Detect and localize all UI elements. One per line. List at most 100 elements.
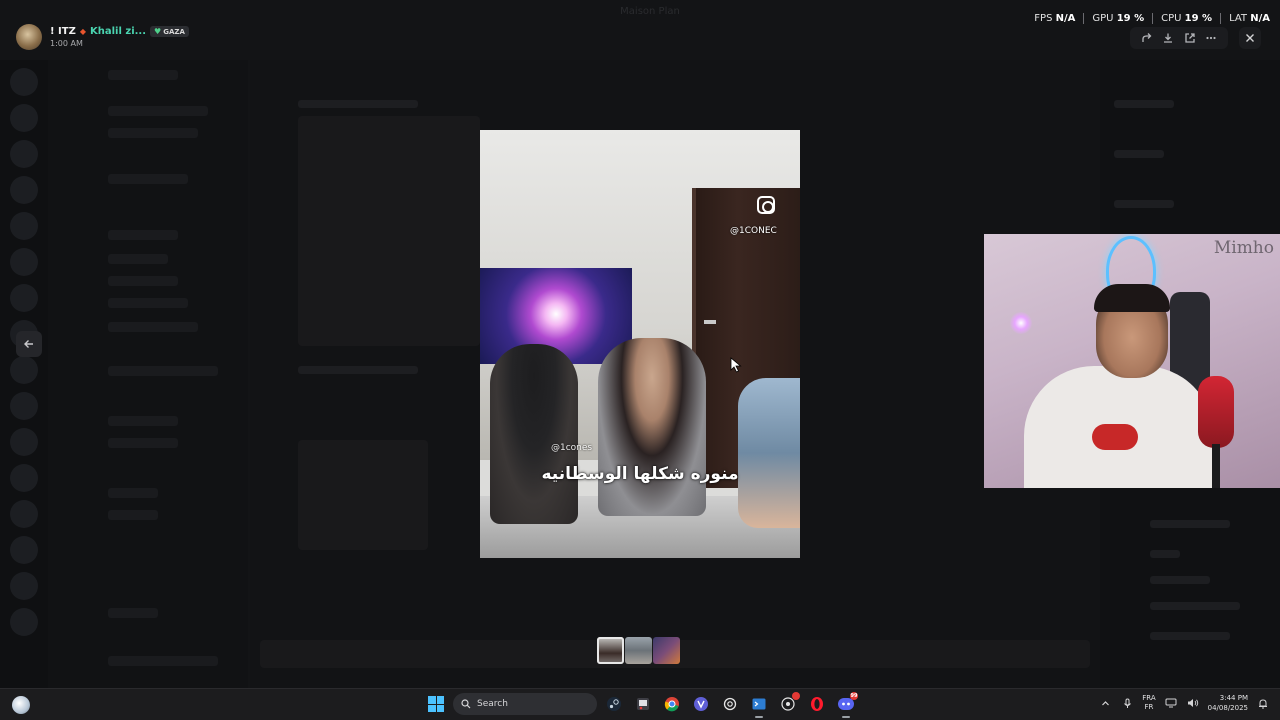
lamp-light [1010, 312, 1032, 334]
more-icon[interactable] [1202, 29, 1220, 47]
performance-overlay: FPS N/A GPU 19 % CPU 19 % LAT N/A [1034, 13, 1270, 24]
download-icon[interactable] [1159, 29, 1177, 47]
channel-sidebar [48, 60, 248, 688]
media-video[interactable]: @1CONEC @1cones منوره شكلها الوسطانيه [480, 130, 800, 558]
forward-icon[interactable] [1138, 29, 1156, 47]
divider [1152, 13, 1154, 24]
author-name[interactable]: Khalil zi... [90, 26, 146, 37]
video-frame-handle [704, 320, 716, 324]
cpu-label: CPU [1161, 13, 1182, 24]
channel-placeholder [108, 230, 178, 240]
video-caption: منوره شكلها الوسطانيه [541, 464, 739, 484]
channel-placeholder [108, 128, 198, 138]
gpu-stat: GPU 19 % [1092, 13, 1144, 24]
media-author: ! ITZ ◆ Khalil zi... ♥ GAZA 1:00 AM [16, 24, 189, 50]
microphone-icon[interactable] [1120, 696, 1134, 710]
server-icon [10, 428, 38, 456]
close-icon[interactable] [1239, 27, 1261, 49]
status-dot-icon: ◆ [79, 27, 86, 36]
arrow-left-icon [24, 340, 33, 348]
server-icon [10, 68, 38, 96]
thumbnail-2[interactable] [625, 637, 652, 664]
channel-placeholder [108, 254, 168, 264]
author-info: ! ITZ ◆ Khalil zi... ♥ GAZA 1:00 AM [50, 26, 189, 48]
taskbar: Search 99 FRA FR 3:44 PM 04/08/2025 [0, 688, 1280, 720]
language-indicator[interactable]: FRA FR [1142, 694, 1155, 712]
server-icon [10, 176, 38, 204]
instagram-icon [757, 196, 775, 214]
gpu-value: 19 % [1116, 13, 1145, 24]
divider [1083, 13, 1085, 24]
lat-value: N/A [1250, 13, 1270, 24]
chatgpt-icon[interactable] [718, 692, 742, 716]
channel-placeholder [108, 298, 188, 308]
cpu-stat: CPU 19 % [1161, 13, 1212, 24]
member-placeholder [1150, 520, 1230, 528]
shirt-logo [1092, 424, 1138, 450]
server-list [0, 60, 48, 688]
clan-badge: ♥ GAZA [150, 26, 189, 37]
member-placeholder [1150, 550, 1180, 558]
server-icon [10, 212, 38, 240]
recording-app-icon[interactable] [776, 692, 800, 716]
clock-time: 3:44 PM [1219, 694, 1248, 702]
vpn-icon[interactable] [689, 692, 713, 716]
message-attachment [298, 116, 480, 346]
avatar[interactable] [16, 24, 42, 50]
channel-placeholder [108, 510, 158, 520]
channel-placeholder [108, 322, 198, 332]
media-actions-toolbar [1130, 27, 1228, 49]
language-code: FRA [1142, 694, 1156, 702]
channel-placeholder [108, 366, 218, 376]
search-icon [461, 699, 471, 709]
server-icon [10, 140, 38, 168]
steam-icon[interactable] [602, 692, 626, 716]
notifications-icon[interactable] [1256, 696, 1270, 710]
member-placeholder [1114, 200, 1174, 208]
widgets-icon[interactable] [12, 696, 30, 714]
taskbar-search-placeholder: Search [477, 699, 508, 709]
message-header [298, 366, 418, 374]
taskbar-clock[interactable]: 3:44 PM 04/08/2025 [1208, 693, 1248, 713]
fps-stat: FPS N/A [1034, 13, 1075, 24]
windows-start-icon[interactable] [424, 692, 448, 716]
lat-stat: LAT N/A [1229, 13, 1270, 24]
network-icon[interactable] [1164, 696, 1178, 710]
streamer-hair [1094, 284, 1170, 312]
cpu-value: 19 % [1184, 13, 1213, 24]
open-external-icon[interactable] [1181, 29, 1199, 47]
webcam-brand-text: Mimho [1213, 238, 1274, 258]
server-icon [10, 356, 38, 384]
message-time: 1:00 AM [50, 39, 83, 48]
taskbar-apps: Search 99 [424, 692, 858, 718]
divider [1220, 13, 1222, 24]
previous-media-button[interactable] [16, 331, 42, 357]
discord-notification-badge: 99 [850, 692, 858, 700]
server-icon [10, 392, 38, 420]
server-icon [10, 248, 38, 276]
server-icon [10, 284, 38, 312]
member-placeholder [1114, 100, 1174, 108]
channel-placeholder [108, 70, 178, 80]
server-icon [10, 608, 38, 636]
discord-icon[interactable]: 99 [834, 692, 858, 718]
message-attachment [298, 440, 428, 550]
thumbnail-3[interactable] [653, 637, 680, 664]
clock-date: 04/08/2025 [1207, 704, 1248, 712]
terminal-icon[interactable] [747, 692, 771, 718]
opera-icon[interactable] [805, 692, 829, 716]
snipping-tool-icon[interactable] [631, 692, 655, 716]
volume-icon[interactable] [1186, 696, 1200, 710]
author-name-prefix[interactable]: ! ITZ [50, 26, 76, 37]
video-watermark: @1cones [551, 443, 593, 453]
taskbar-search[interactable]: Search [453, 693, 597, 715]
keyboard-layout: FR [1144, 703, 1154, 711]
chrome-icon[interactable] [660, 692, 684, 716]
channel-placeholder [108, 608, 158, 618]
gpu-label: GPU [1092, 13, 1114, 24]
system-tray: FRA FR 3:44 PM 04/08/2025 [1098, 693, 1270, 713]
channel-placeholder [108, 416, 178, 426]
chevron-up-icon[interactable] [1098, 696, 1112, 710]
thumbnail-1[interactable] [597, 637, 624, 664]
member-placeholder [1114, 150, 1164, 158]
